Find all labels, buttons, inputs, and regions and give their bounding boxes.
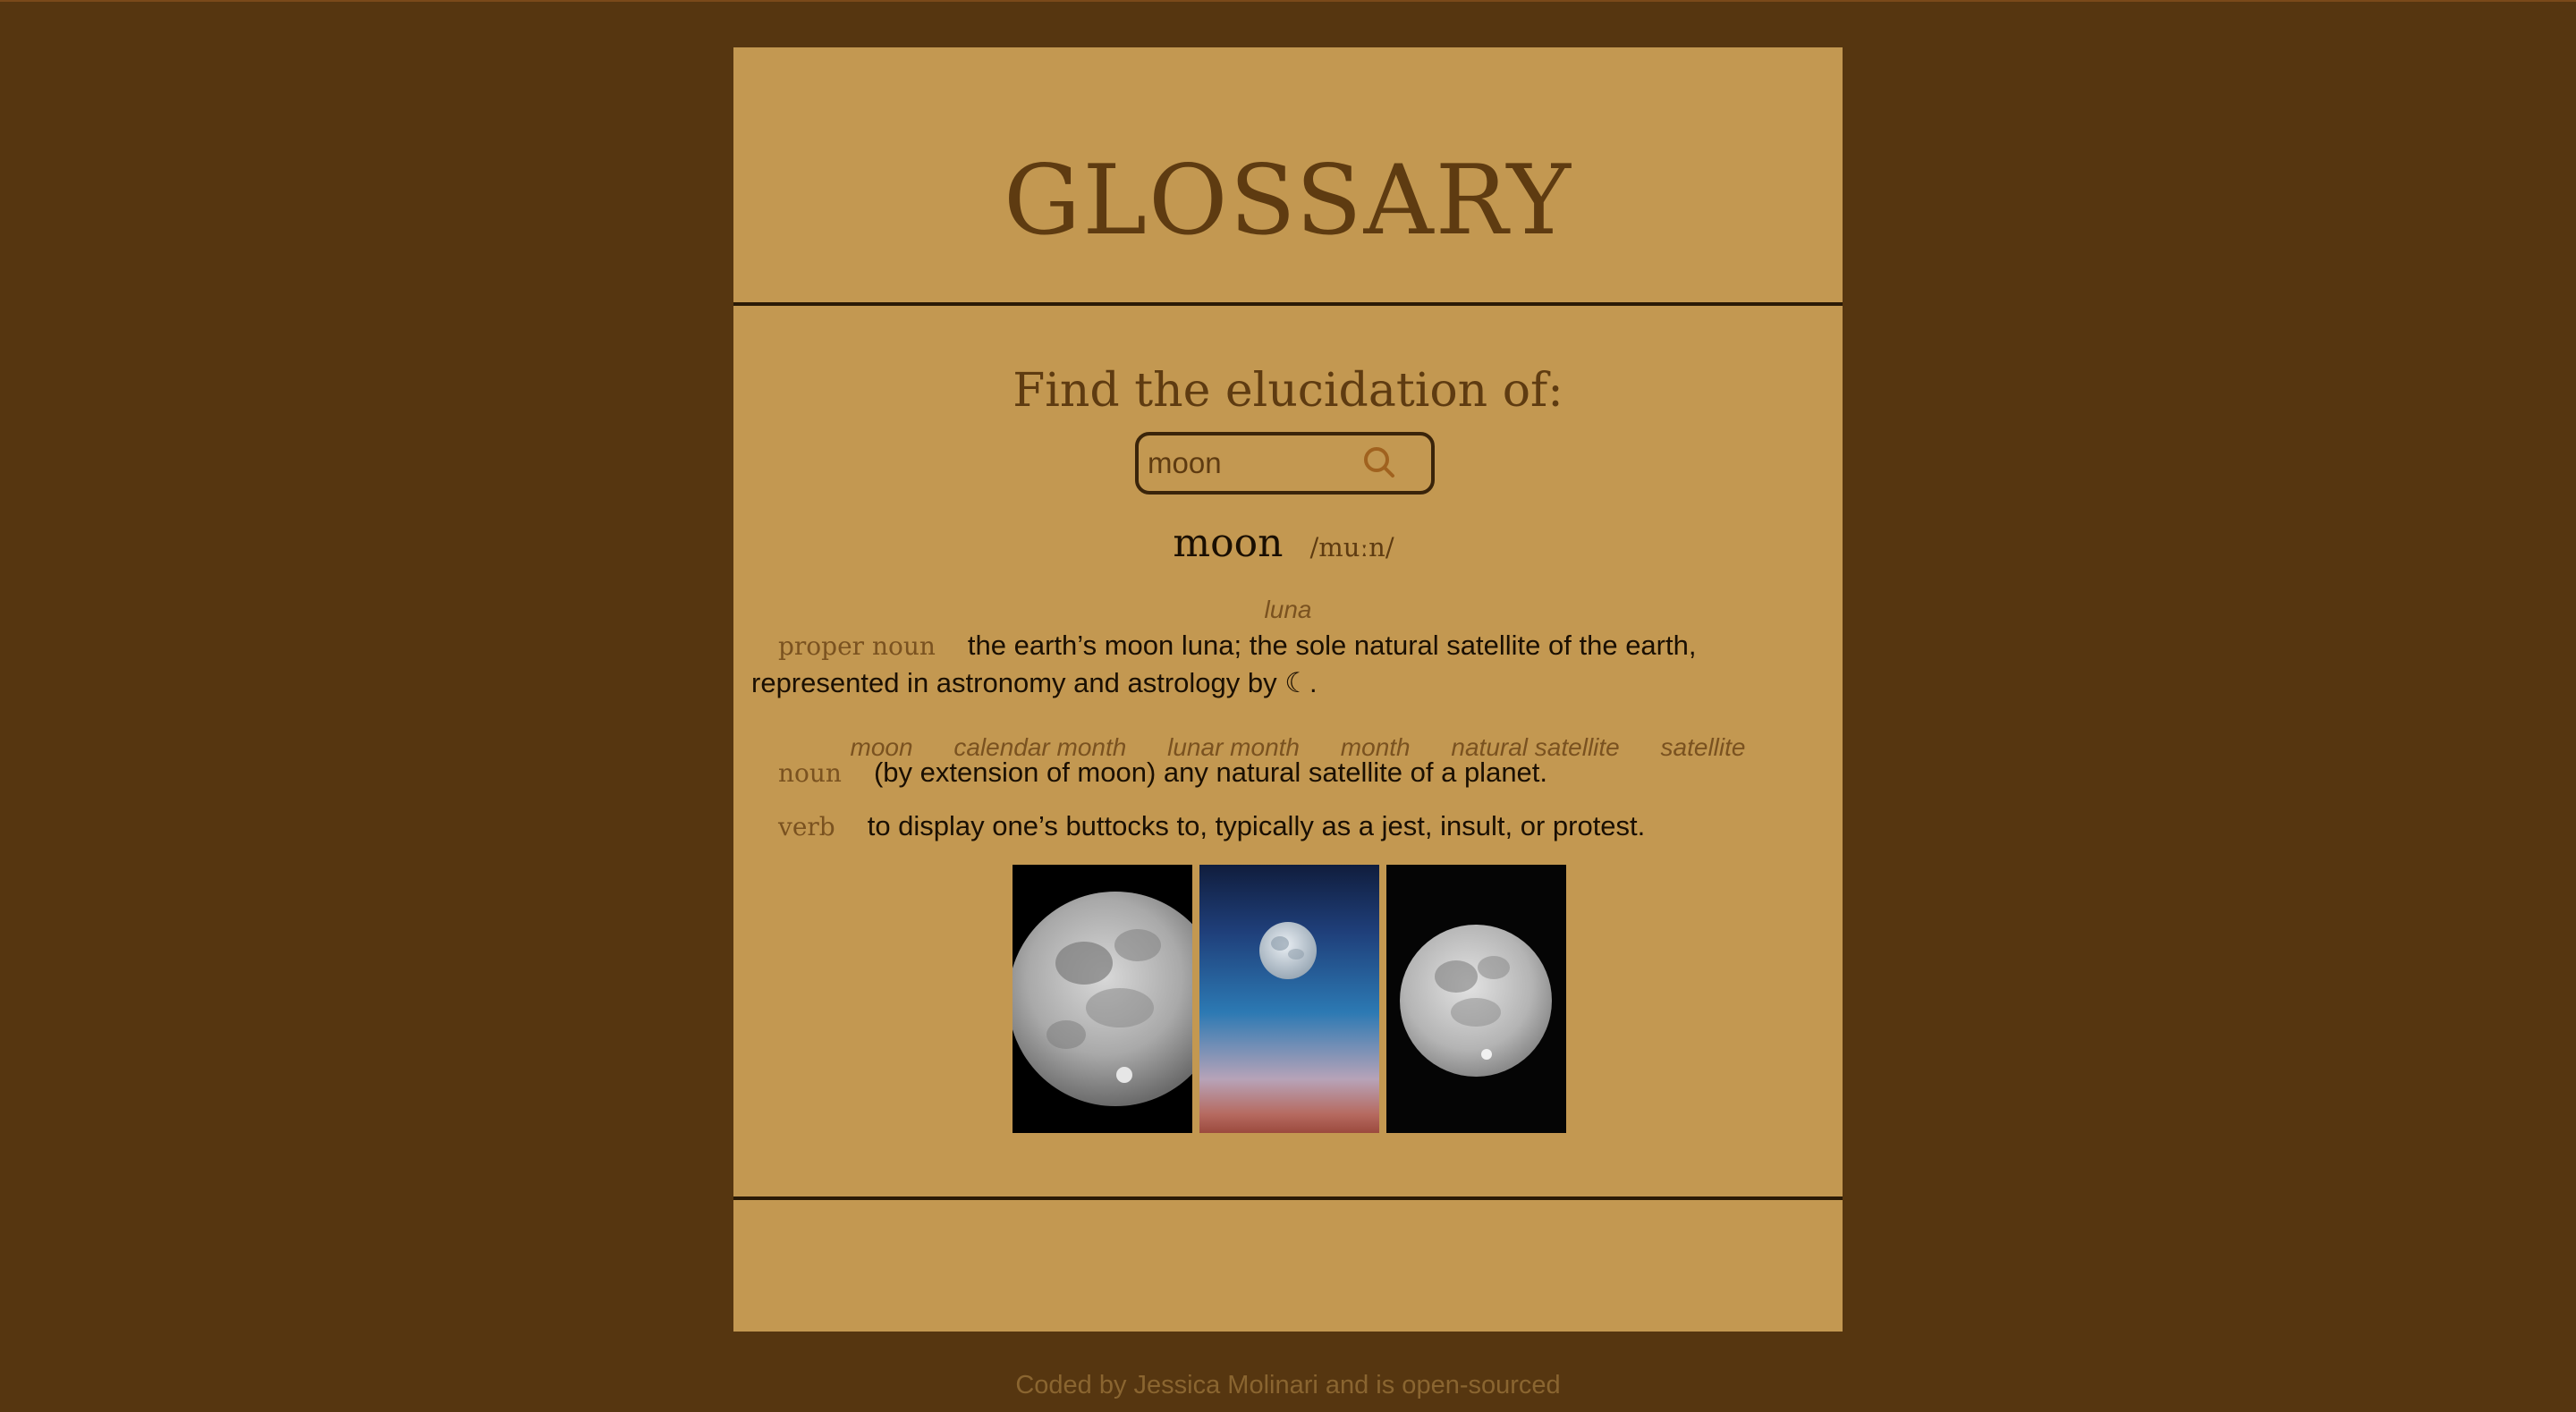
definition: to display one’s buttocks to, typically … [867, 810, 1646, 841]
part-of-speech: verb [778, 812, 835, 841]
synonym-list: luna [733, 596, 1843, 624]
meaning-item: proper noun the earth’s moon luna; the so… [751, 627, 1753, 701]
image-gallery [1013, 865, 1566, 1133]
main-section: Find the elucidation of: moon /muːn/ lun… [733, 306, 1843, 1200]
search-box [1135, 432, 1435, 495]
moon-image[interactable] [1386, 865, 1566, 1133]
search-input[interactable] [1139, 445, 1360, 481]
footer-credit: Coded by Jessica Molinari and is open-so… [1015, 1371, 1561, 1399]
part-of-speech: noun [778, 758, 842, 788]
definition: (by extension of moon) any natural satel… [873, 757, 1548, 788]
entry-phonetic: /muːn/ [1309, 532, 1394, 562]
synonym: luna [1264, 596, 1312, 623]
page-title: GLOSSARY [1004, 145, 1572, 257]
meaning-item: noun (by extension of moon) any natural s… [751, 754, 1753, 791]
entry-word: moon [1173, 520, 1284, 566]
glossary-card: GLOSSARY Find the elucidation of: moon /… [733, 47, 1843, 1332]
moon-image[interactable] [1013, 865, 1192, 1133]
meaning-item: verb to display one’s buttocks to, typica… [751, 807, 1753, 845]
search-heading: Find the elucidation of: [1013, 364, 1563, 418]
header: GLOSSARY [733, 47, 1843, 306]
moon-image[interactable] [1199, 865, 1379, 1133]
entry-heading: moon /muːn/ [733, 520, 1843, 566]
search-icon[interactable] [1360, 443, 1401, 484]
part-of-speech: proper noun [778, 631, 936, 661]
